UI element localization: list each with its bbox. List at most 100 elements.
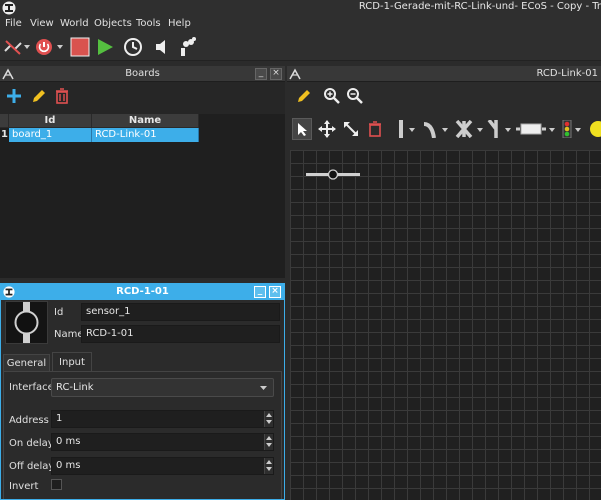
turnout-icon[interactable] xyxy=(487,120,503,138)
dock-logo-icon xyxy=(289,68,301,80)
address-spin-arrows[interactable] xyxy=(264,411,273,427)
id-label: Id xyxy=(54,307,64,318)
block-icon[interactable] xyxy=(516,120,546,138)
clock-icon[interactable] xyxy=(123,37,143,57)
straight-dropdown-icon[interactable] xyxy=(409,128,415,132)
off-delay-spin-arrows[interactable] xyxy=(264,458,273,474)
minimize-button[interactable]: _ xyxy=(254,286,266,298)
interface-label: Interface xyxy=(9,382,54,393)
chevron-down-icon xyxy=(266,443,272,447)
chevron-up-icon xyxy=(266,413,272,417)
add-icon[interactable] xyxy=(6,88,22,104)
menu-bar: File View World Objects Tools Help xyxy=(0,16,601,33)
dock-logo-icon xyxy=(2,68,14,80)
edit-icon[interactable] xyxy=(296,88,312,104)
menu-file[interactable]: File xyxy=(5,18,22,29)
chevron-down-icon xyxy=(260,386,267,390)
connection-icon[interactable] xyxy=(3,37,23,57)
tab-input[interactable]: Input xyxy=(52,352,92,371)
column-header-name[interactable]: Name xyxy=(92,114,199,128)
straight-track-icon[interactable] xyxy=(397,120,405,138)
close-button[interactable]: × xyxy=(269,286,281,298)
invert-label: Invert xyxy=(9,481,39,492)
close-button[interactable]: × xyxy=(270,68,282,80)
name-field[interactable]: RCD-1-01 xyxy=(81,325,280,343)
table-cell-name[interactable]: RCD-Link-01 xyxy=(92,128,199,142)
connection-dropdown-icon[interactable] xyxy=(24,45,30,49)
turnout-dropdown-icon[interactable] xyxy=(505,128,511,132)
on-delay-value: 0 ms xyxy=(56,436,81,447)
board-canvas[interactable] xyxy=(290,150,601,500)
off-delay-spinbox[interactable]: 0 ms xyxy=(51,457,274,475)
mute-icon[interactable] xyxy=(153,37,173,57)
cross-dropdown-icon[interactable] xyxy=(477,128,483,132)
minimize-button[interactable]: _ xyxy=(255,68,267,80)
run-icon[interactable] xyxy=(95,37,115,57)
boards-dock-titlebar: Boards _ × xyxy=(0,66,285,82)
move-icon[interactable] xyxy=(318,120,336,138)
menu-tools[interactable]: Tools xyxy=(136,18,161,29)
chevron-up-icon xyxy=(266,436,272,440)
sensor-window-title: RCD-1-01 xyxy=(116,286,169,297)
menu-objects[interactable]: Objects xyxy=(94,18,132,29)
boards-dock: Boards _ × Id Name 1 board_1 RCD-Link-01 xyxy=(0,66,285,278)
window-title: RCD-1-Gerade-mit-RC-Link-und- ECoS - Cop… xyxy=(358,1,601,12)
curve-dropdown-icon[interactable] xyxy=(442,128,448,132)
off-delay-value: 0 ms xyxy=(56,460,81,471)
menu-help[interactable]: Help xyxy=(168,18,191,29)
column-header-id[interactable]: Id xyxy=(9,114,92,128)
address-spinbox[interactable]: 1 xyxy=(51,410,274,428)
sensor-preview-icon xyxy=(14,302,39,343)
zoom-in-icon[interactable] xyxy=(323,87,341,105)
window-titlebar: RCD-1-Gerade-mit-RC-Link-und- ECoS - Cop… xyxy=(0,0,601,16)
stop-icon[interactable] xyxy=(70,37,90,57)
interface-value: RC-Link xyxy=(56,382,94,393)
cross-track-icon[interactable] xyxy=(455,120,473,138)
signal-icon[interactable] xyxy=(562,120,572,138)
edit-icon[interactable] xyxy=(31,88,47,104)
address-label: Address xyxy=(9,415,49,426)
delete-icon[interactable] xyxy=(367,121,383,137)
sensor-properties-window: RCD-1-01 _ × Id sensor_1 Name RCD-1-01 G… xyxy=(0,283,285,500)
table-cell-id[interactable]: board_1 xyxy=(9,128,92,142)
table-corner xyxy=(0,114,9,128)
invert-checkbox[interactable] xyxy=(51,479,62,490)
menu-world[interactable]: World xyxy=(60,18,89,29)
on-delay-spinbox[interactable]: 0 ms xyxy=(51,433,274,451)
delete-icon[interactable] xyxy=(54,88,70,104)
id-field[interactable]: sensor_1 xyxy=(81,303,280,321)
on-delay-label: On delay xyxy=(9,438,54,449)
name-label: Name xyxy=(54,329,84,340)
signal-dropdown-icon[interactable] xyxy=(575,128,581,132)
main-toolbar xyxy=(0,33,601,61)
resize-icon[interactable] xyxy=(343,121,359,137)
chevron-down-icon xyxy=(266,467,272,471)
power-icon[interactable] xyxy=(34,37,54,57)
board-editor-titlebar: RCD-Link-01 xyxy=(287,66,601,82)
tab-general[interactable]: General xyxy=(3,354,50,371)
app-logo-icon xyxy=(3,286,15,298)
block-dropdown-icon[interactable] xyxy=(549,128,555,132)
power-dropdown-icon[interactable] xyxy=(57,45,63,49)
app-logo-icon xyxy=(2,1,16,15)
board-editor-title: RCD-Link-01 xyxy=(536,68,598,79)
smoke-icon[interactable] xyxy=(177,37,197,57)
sensor-tool-icon[interactable] xyxy=(589,120,601,138)
chevron-down-icon xyxy=(266,420,272,424)
sensor-window-titlebar: RCD-1-01 _ × xyxy=(1,284,284,300)
boards-table: Id Name 1 board_1 RCD-Link-01 xyxy=(0,114,285,278)
sensor-tile[interactable] xyxy=(306,167,360,181)
on-delay-spin-arrows[interactable] xyxy=(264,434,273,450)
off-delay-label: Off delay xyxy=(9,461,55,472)
address-value: 1 xyxy=(56,413,63,424)
boards-title: Boards xyxy=(125,68,160,79)
row-number: 1 xyxy=(1,129,8,140)
chevron-up-icon xyxy=(266,460,272,464)
curve-track-icon[interactable] xyxy=(422,120,438,138)
sensor-preview xyxy=(5,301,48,344)
zoom-out-icon[interactable] xyxy=(346,87,364,105)
cursor-icon xyxy=(298,123,307,136)
menu-view[interactable]: View xyxy=(30,18,54,29)
interface-select[interactable]: RC-Link xyxy=(51,378,274,397)
select-tool-button[interactable] xyxy=(292,118,312,140)
